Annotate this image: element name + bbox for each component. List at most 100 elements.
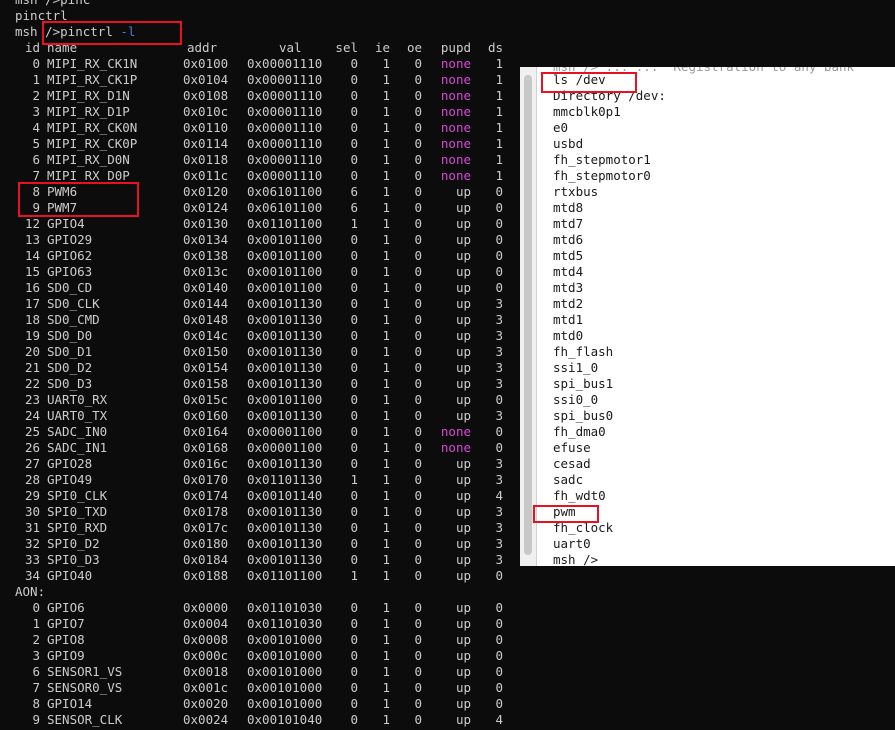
- addr-cell: 0x0174: [183, 488, 229, 503]
- sel-cell: 0: [350, 680, 358, 695]
- table-row: 34 GPIO40 0x0188 0x01101100 1 1 0 up 0: [0, 568, 520, 584]
- pupd-cell: none: [440, 440, 471, 455]
- ie-cell: 1: [382, 552, 390, 567]
- sel-cell: 0: [350, 408, 358, 423]
- dev-entry: efuse: [553, 440, 591, 455]
- name-cell: MIPI_RX_CK1N: [47, 56, 138, 71]
- name-cell: SPI0_D2: [47, 536, 100, 551]
- aon-section-label: AON:: [15, 584, 46, 599]
- table-row: 25 SADC_IN0 0x0164 0x00001100 0 1 0 none 0: [0, 424, 520, 440]
- pupd-cell: pupd: [440, 40, 471, 55]
- ie-cell: 1: [382, 424, 390, 439]
- addr-cell: 0x000c: [183, 648, 229, 663]
- ie-cell: 1: [382, 568, 390, 583]
- sel-cell: 0: [350, 168, 358, 183]
- id-cell: 12: [24, 216, 40, 231]
- val-cell: 0x00101130: [247, 536, 323, 551]
- ie-cell: 1: [382, 632, 390, 647]
- sel-cell: 0: [350, 488, 358, 503]
- pupd-cell: up: [455, 392, 471, 407]
- id-cell: 6: [32, 664, 40, 679]
- addr-cell: 0x0000: [183, 600, 229, 615]
- sel-cell: 0: [350, 696, 358, 711]
- sel-cell: 0: [350, 376, 358, 391]
- oe-cell: 0: [414, 536, 422, 551]
- ds-cell: 4: [495, 712, 503, 727]
- sel-cell: 0: [350, 104, 358, 119]
- ie-cell: 1: [382, 600, 390, 615]
- oe-cell: 0: [414, 392, 422, 407]
- ds-cell: 3: [495, 456, 503, 471]
- id-cell: 32: [24, 536, 40, 551]
- val-cell: 0x00101100: [247, 264, 323, 279]
- name-cell: GPIO63: [47, 264, 93, 279]
- oe-cell: 0: [414, 680, 422, 695]
- pupd-cell: up: [455, 312, 471, 327]
- pupd-cell: up: [455, 344, 471, 359]
- sel-cell: 0: [350, 88, 358, 103]
- dev-entry: uart0: [553, 536, 591, 551]
- sel-cell: 0: [350, 648, 358, 663]
- dev-entry: mtd0: [553, 328, 584, 343]
- addr-cell: 0x0118: [183, 152, 229, 167]
- panel-scrollbar[interactable]: [520, 67, 537, 566]
- table-row: 17 SD0_CLK 0x0144 0x00101130 0 1 0 up 3: [0, 296, 520, 312]
- ds-cell: 0: [495, 600, 503, 615]
- addr-cell: 0x0134: [183, 232, 229, 247]
- val-cell: 0x01101130: [247, 472, 323, 487]
- id-cell: 13: [24, 232, 40, 247]
- scrollbar-thumb[interactable]: [524, 75, 532, 555]
- id-cell: 30: [24, 504, 40, 519]
- addr-cell: 0x0188: [183, 568, 229, 583]
- ds-cell: 0: [495, 568, 503, 583]
- id-cell: 34: [24, 568, 40, 583]
- oe-cell: 0: [414, 248, 422, 263]
- shell-prompt: msh: [15, 24, 46, 39]
- name-cell: SPI0_RXD: [47, 520, 108, 535]
- oe-cell: 0: [414, 232, 422, 247]
- id-cell: 20: [24, 344, 40, 359]
- table-row: 15 GPIO63 0x013c 0x00101100 0 1 0 up 0: [0, 264, 520, 280]
- addr-cell: 0x0178: [183, 504, 229, 519]
- addr-cell: 0x0150: [183, 344, 229, 359]
- val-cell: 0x00001100: [247, 440, 323, 455]
- aon-table-row: 3 GPIO9 0x000c 0x00101000 0 1 0 up 0: [0, 648, 520, 664]
- id-cell: 15: [24, 264, 40, 279]
- dev-entry: rtxbus: [553, 184, 599, 199]
- oe-cell: 0: [414, 344, 422, 359]
- oe-cell: 0: [414, 648, 422, 663]
- dev-entry: spi_bus0: [553, 408, 614, 423]
- ds-cell: 1: [495, 120, 503, 135]
- pupd-cell: up: [455, 568, 471, 583]
- pupd-cell: up: [455, 376, 471, 391]
- val-cell: 0x00101130: [247, 296, 323, 311]
- oe-cell: 0: [414, 72, 422, 87]
- table-row: 2 MIPI_RX_D1N 0x0108 0x00001110 0 1 0 none 1: [0, 88, 520, 104]
- table-row: 13 GPIO29 0x0134 0x00101100 0 1 0 up 0: [0, 232, 520, 248]
- val-cell: 0x00001110: [247, 152, 323, 167]
- pupd-cell: up: [455, 632, 471, 647]
- ie-cell: ie: [374, 40, 390, 55]
- ie-cell: 1: [382, 136, 390, 151]
- sel-cell: 1: [350, 216, 358, 231]
- val-cell: 0x00101130: [247, 376, 323, 391]
- ds-cell: 1: [495, 56, 503, 71]
- name-cell: SD0_D0: [47, 328, 93, 343]
- end-prompt: msh />: [553, 552, 599, 566]
- ie-cell: 1: [382, 264, 390, 279]
- table-row: 12 GPIO4 0x0130 0x01101100 1 1 0 up 0: [0, 216, 520, 232]
- pupd-cell: up: [455, 648, 471, 663]
- oe-cell: 0: [414, 200, 422, 215]
- addr-cell: 0x010c: [183, 104, 229, 119]
- dev-entry: mtd5: [553, 248, 584, 263]
- sel-cell: 0: [350, 536, 358, 551]
- ie-cell: 1: [382, 392, 390, 407]
- addr-cell: 0x0148: [183, 312, 229, 327]
- pupd-cell: up: [455, 456, 471, 471]
- val-cell: 0x00001100: [247, 424, 323, 439]
- sel-cell: 0: [350, 520, 358, 535]
- pupd-cell: up: [455, 696, 471, 711]
- name-cell: SENSOR0_VS: [47, 680, 123, 695]
- dev-listing-panel[interactable]: msh /> ... ... Registration to any bank …: [520, 67, 895, 566]
- oe-cell: 0: [414, 600, 422, 615]
